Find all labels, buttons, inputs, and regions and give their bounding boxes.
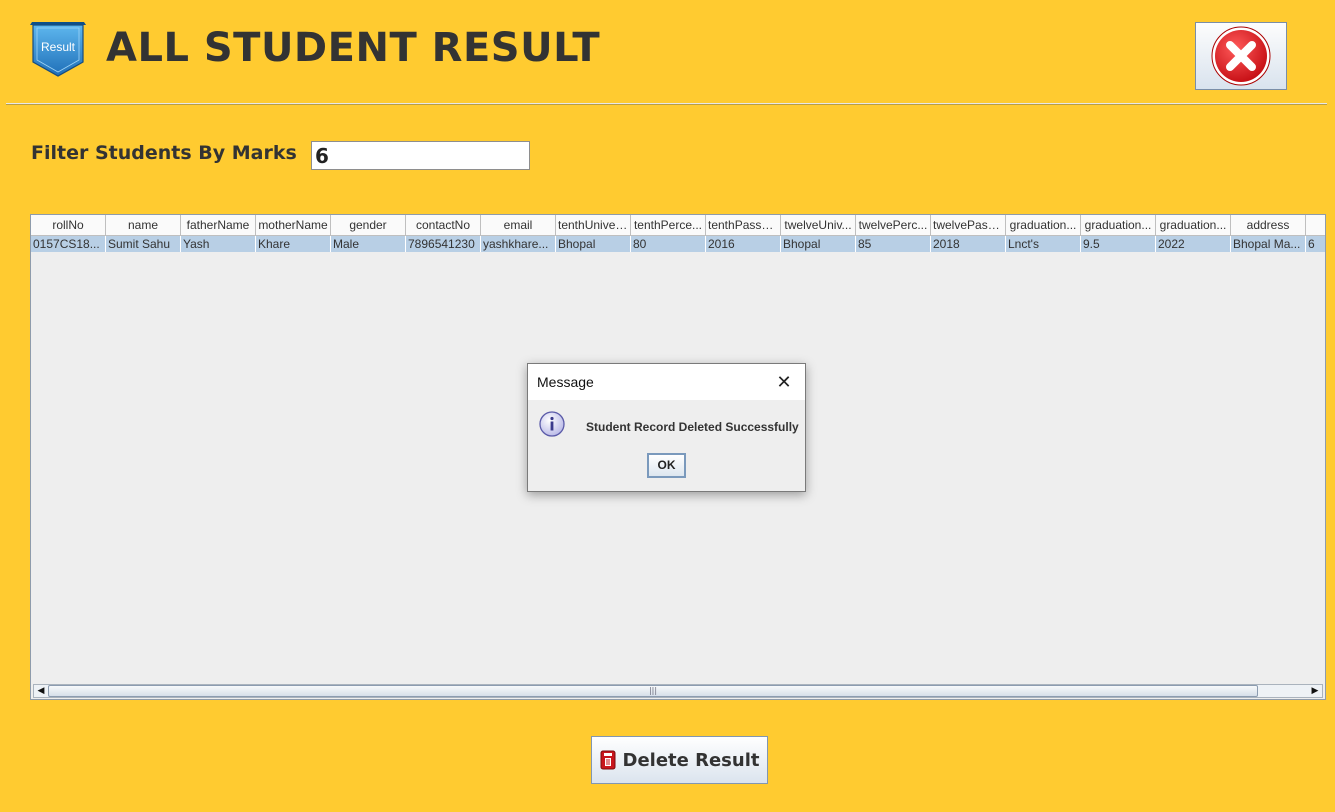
filter-marks-input[interactable] [311, 141, 530, 170]
table-row[interactable]: 0157CS18... Sumit Sahu Yash Khare Male 7… [31, 236, 1325, 252]
delete-result-label: Delete Result [622, 749, 760, 771]
column-header[interactable]: twelvePerc... [856, 215, 931, 235]
table-cell: Khare [256, 236, 331, 252]
scroll-left-icon[interactable]: ◀ [34, 685, 48, 697]
close-button[interactable] [1195, 22, 1287, 90]
column-header[interactable]: contactNo [406, 215, 481, 235]
column-header[interactable]: graduation... [1081, 215, 1156, 235]
column-header[interactable]: graduation... [1156, 215, 1231, 235]
table-cell: Male [331, 236, 406, 252]
table-cell: Sumit Sahu [106, 236, 181, 252]
column-header[interactable]: graduation... [1006, 215, 1081, 235]
message-dialog: Message ✕ Student Record Deleted Success… [527, 363, 806, 492]
column-header[interactable]: gender [331, 215, 406, 235]
page-title: ALL STUDENT RESULT [106, 25, 601, 71]
column-header[interactable]: rollNo [31, 215, 106, 235]
delete-icon [600, 750, 615, 770]
column-header[interactable]: tenthPasso... [706, 215, 781, 235]
scrollbar-thumb[interactable]: ||| [48, 685, 1258, 697]
scroll-right-icon[interactable]: ▶ [1308, 685, 1322, 697]
table-cell: yashkhare... [481, 236, 556, 252]
column-header[interactable]: fatherName [181, 215, 256, 235]
table-cell: 85 [856, 236, 931, 252]
table-cell: Lnct's [1006, 236, 1081, 252]
ok-button[interactable]: OK [647, 453, 686, 478]
result-logo-icon: Result [27, 20, 89, 78]
column-header[interactable] [1306, 215, 1325, 235]
table-cell: Bhopal [556, 236, 631, 252]
column-header[interactable]: twelveUniv... [781, 215, 856, 235]
column-header[interactable]: tenthUniver... [556, 215, 631, 235]
table-cell: 80 [631, 236, 706, 252]
dialog-close-icon[interactable]: ✕ [771, 364, 797, 400]
table-cell: 2016 [706, 236, 781, 252]
filter-label: Filter Students By Marks [31, 142, 297, 164]
dialog-message: Student Record Deleted Successfully [586, 420, 799, 434]
table-cell: Bhopal Ma... [1231, 236, 1306, 252]
header-divider [6, 103, 1327, 105]
table-header: rollNo name fatherName motherName gender… [31, 215, 1325, 236]
table-cell: 7896541230 [406, 236, 481, 252]
column-header[interactable]: email [481, 215, 556, 235]
column-header[interactable]: twelvePass... [931, 215, 1006, 235]
table-cell: Bhopal [781, 236, 856, 252]
table-cell: 6 [1306, 236, 1325, 252]
table-cell: Yash [181, 236, 256, 252]
info-icon [539, 411, 565, 437]
close-icon [1211, 26, 1271, 86]
table-cell: 9.5 [1081, 236, 1156, 252]
delete-result-button[interactable]: Delete Result [591, 736, 768, 784]
column-header[interactable]: name [106, 215, 181, 235]
logo-text: Result [41, 40, 76, 54]
horizontal-scrollbar[interactable]: ◀ ||| ▶ [33, 684, 1323, 698]
dialog-title: Message [537, 374, 594, 390]
table-cell: 2018 [931, 236, 1006, 252]
column-header[interactable]: motherName [256, 215, 331, 235]
dialog-title-bar: Message ✕ [528, 364, 805, 400]
column-header[interactable]: address [1231, 215, 1306, 235]
column-header[interactable]: tenthPerce... [631, 215, 706, 235]
table-cell: 2022 [1156, 236, 1231, 252]
table-cell: 0157CS18... [31, 236, 106, 252]
